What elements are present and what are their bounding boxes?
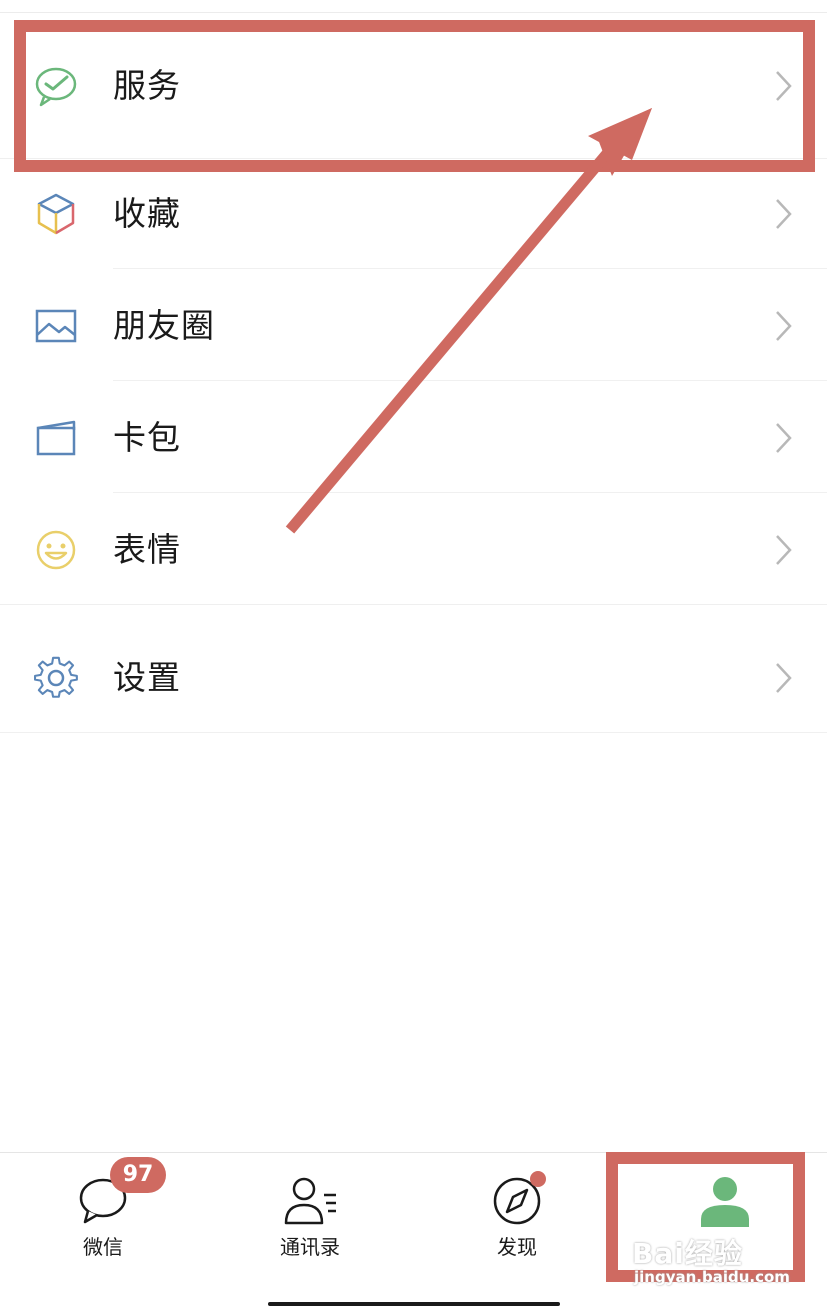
tab-contacts[interactable]: 通讯录 [207,1153,413,1309]
chevron-right-icon [773,420,795,456]
home-indicator [268,1302,560,1306]
top-divider [0,12,827,13]
wechat-pay-icon [32,62,80,110]
tab-discover[interactable]: 发现 [414,1153,620,1309]
tab-label: 发现 [497,1235,537,1259]
gear-icon [32,654,80,702]
menu-item-cards[interactable]: 卡包 [0,382,827,494]
baidu-jingyan-watermark: Bai经验 jingyan.baidu.com [632,1232,790,1286]
tab-label: 通讯录 [280,1235,340,1259]
menu-item-label: 朋友圈 [113,306,215,345]
chevron-right-icon [773,308,795,344]
row-divider [113,380,827,381]
person-icon [695,1173,755,1229]
tab-label: 微信 [83,1235,123,1259]
chevron-right-icon [773,196,795,232]
menu-item-service[interactable]: 服务 [0,30,827,142]
chevron-right-icon [773,532,795,568]
cube-icon [32,190,80,238]
menu-item-stickers[interactable]: 表情 [0,494,827,606]
card-icon [32,414,80,462]
menu-item-label: 设置 [113,658,181,697]
chevron-right-icon [773,68,795,104]
watermark-url: jingyan.baidu.com [634,1268,790,1286]
smiley-icon [32,526,80,574]
section-divider [0,604,827,623]
menu-item-label: 表情 [113,530,181,569]
contacts-icon [280,1173,340,1229]
menu-item-label: 服务 [113,66,181,105]
menu-item-moments[interactable]: 朋友圈 [0,270,827,382]
chevron-right-icon [773,660,795,696]
menu-item-label: 收藏 [113,194,181,233]
menu-item-label: 卡包 [113,418,181,457]
menu-item-settings[interactable]: 设置 [0,622,827,734]
notification-dot [530,1171,546,1187]
unread-badge: 97 [110,1157,166,1193]
row-divider [0,732,827,733]
menu-item-favorites[interactable]: 收藏 [0,158,827,270]
tab-chats[interactable]: 97 微信 [0,1153,206,1309]
watermark-logo: Bai经验 [632,1237,743,1270]
row-divider [113,268,827,269]
image-icon [32,302,80,350]
row-divider [113,492,827,493]
